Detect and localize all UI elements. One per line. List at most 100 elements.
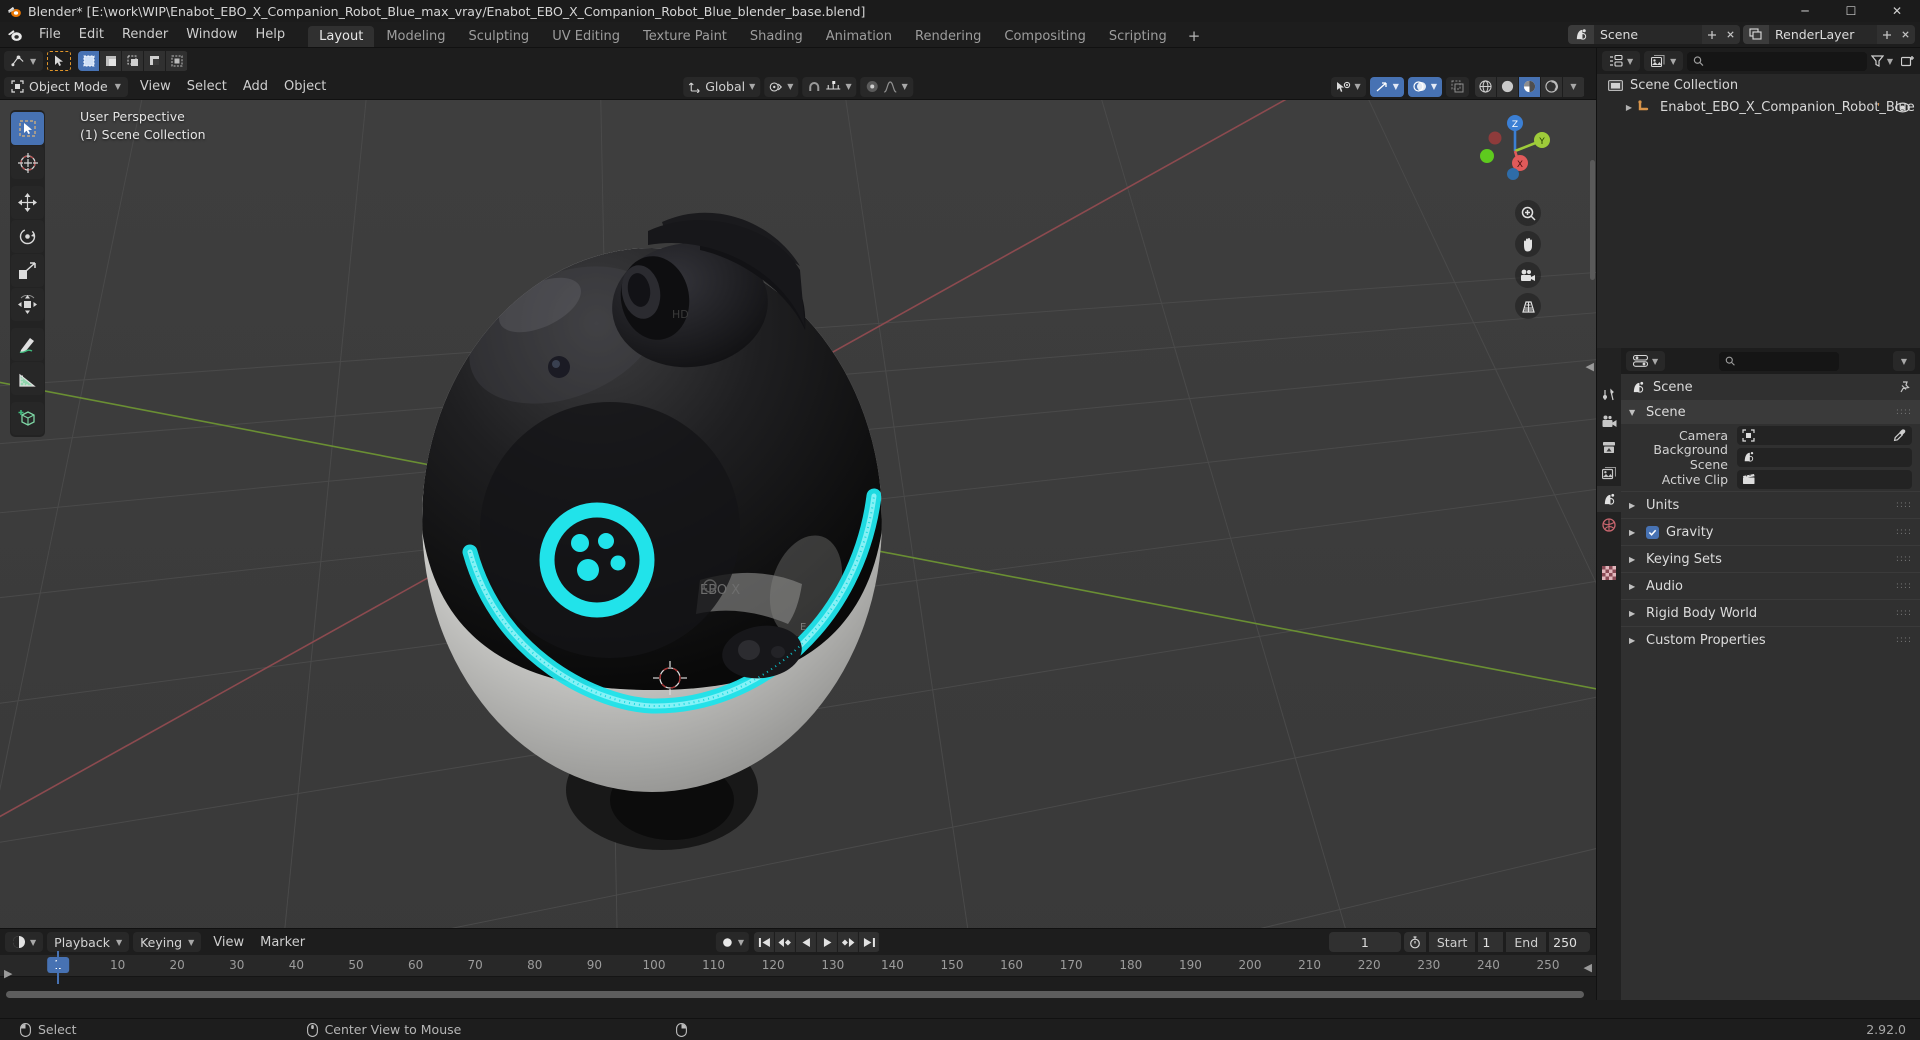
timeline-menu-view[interactable]: View	[205, 932, 252, 952]
outliner-filter-field[interactable]	[1709, 54, 1861, 68]
gizmo-toggle[interactable]: ▼	[1369, 76, 1404, 97]
play-button[interactable]	[817, 932, 839, 952]
viewport-menu-object[interactable]: Object	[276, 77, 334, 97]
viewport-collapse-arrow-right[interactable]: ◀	[1586, 360, 1594, 373]
view-layer-icon[interactable]	[1743, 25, 1769, 44]
play-reverse-button[interactable]	[796, 932, 818, 952]
cursor-tool[interactable]	[11, 146, 44, 179]
panel-header-units[interactable]: ▶ Units ::::	[1621, 493, 1920, 517]
minimize-button[interactable]: ─	[1782, 0, 1828, 22]
add-cube-tool[interactable]	[11, 402, 44, 435]
tab-compositing[interactable]: Compositing	[993, 26, 1097, 47]
outliner-row-object[interactable]: ▶ Enabot_EBO_X_Companion_Robot_Blue '	[1597, 96, 1920, 118]
timeline-editor-type-selector[interactable]: ▼	[5, 932, 44, 952]
scene-properties-tab[interactable]	[1597, 486, 1621, 512]
transform-orientation-selector[interactable]: Global ▼	[683, 76, 761, 97]
tab-texture-paint[interactable]: Texture Paint	[632, 26, 738, 47]
view-layer-properties-tab[interactable]	[1597, 460, 1621, 486]
previous-keyframe-button[interactable]	[775, 932, 797, 952]
tab-animation[interactable]: Animation	[815, 26, 903, 47]
auto-keying-toggle[interactable]: ▼	[715, 932, 750, 952]
panel-header-audio[interactable]: ▶ Audio ::::	[1621, 574, 1920, 598]
pin-icon[interactable]	[1898, 380, 1911, 394]
end-frame-value[interactable]: 250	[1549, 932, 1590, 952]
use-preview-range-icon[interactable]	[1403, 932, 1426, 952]
add-workspace-button[interactable]: +	[1179, 26, 1210, 47]
world-properties-tab[interactable]	[1597, 512, 1621, 538]
outliner-search-input[interactable]	[1687, 51, 1867, 71]
select-set-icon[interactable]	[78, 51, 101, 71]
snap-magnet-toggle[interactable]: ▼	[802, 76, 857, 97]
move-tool[interactable]	[11, 186, 44, 219]
timeline-scrollbar-horizontal[interactable]	[0, 989, 1596, 999]
scene-icon[interactable]	[1568, 25, 1594, 44]
xray-toggle[interactable]	[1446, 76, 1469, 97]
outliner-row-scene-collection[interactable]: Scene Collection	[1597, 74, 1920, 96]
tab-sculpting[interactable]: Sculpting	[457, 26, 540, 47]
camera-view-icon[interactable]	[1515, 262, 1541, 288]
view-layer-selector[interactable]: RenderLayer	[1743, 25, 1915, 44]
panel-header-keying-sets[interactable]: ▶ Keying Sets ::::	[1621, 547, 1920, 571]
tab-scripting[interactable]: Scripting	[1098, 26, 1178, 47]
ortho-persp-icon[interactable]	[1515, 293, 1541, 319]
snap-pivot-selector[interactable]: ▼	[764, 76, 799, 97]
wireframe-shading-icon[interactable]	[1475, 76, 1497, 97]
new-scene-button[interactable]	[1702, 25, 1721, 44]
viewport-scrollbar-vertical[interactable]	[1590, 160, 1595, 280]
object-mode-selector[interactable]: Object Mode ▼	[4, 76, 128, 97]
active-clip-field[interactable]	[1737, 469, 1912, 489]
properties-options-dropdown[interactable]: ▼	[1892, 351, 1915, 371]
outliner-filter-icon[interactable]: ▼	[1870, 55, 1893, 67]
tab-layout[interactable]: Layout	[308, 26, 375, 47]
panel-header-scene[interactable]: ▼ Scene ::::	[1621, 400, 1920, 424]
select-subtract-icon[interactable]	[122, 51, 145, 71]
visibility-eye-icon[interactable]	[1895, 101, 1910, 113]
transform-tool[interactable]	[11, 288, 44, 321]
timeline-ruler[interactable]: 1102030405060708090100110120130140150160…	[0, 955, 1596, 977]
scene-name[interactable]: Scene	[1594, 27, 1702, 42]
annotate-tool[interactable]	[11, 328, 44, 361]
jump-to-start-button[interactable]	[754, 932, 776, 952]
timeline-collapse-arrow[interactable]: ▶	[4, 967, 12, 980]
start-frame-value[interactable]: 1	[1478, 932, 1504, 952]
tweak-select-mode-button[interactable]	[47, 51, 72, 71]
render-properties-tab[interactable]	[1597, 408, 1621, 434]
panel-header-custom-properties[interactable]: ▶ Custom Properties ::::	[1621, 628, 1920, 652]
background-scene-field[interactable]	[1737, 447, 1912, 467]
tab-shading[interactable]: Shading	[739, 26, 814, 47]
visibility-selector[interactable]: ▼	[1330, 76, 1366, 97]
outliner-editor-type-selector[interactable]: ▼	[1602, 51, 1641, 71]
menu-file[interactable]: File	[30, 22, 70, 47]
select-intersect-icon[interactable]	[166, 51, 189, 71]
zoom-icon[interactable]	[1515, 200, 1541, 226]
menu-edit[interactable]: Edit	[70, 22, 113, 47]
outliner-display-mode-selector[interactable]: ▼	[1644, 51, 1684, 71]
remove-view-layer-button[interactable]	[1896, 25, 1915, 44]
output-properties-tab[interactable]	[1597, 434, 1621, 460]
unlink-scene-button[interactable]	[1721, 25, 1740, 44]
panel-header-gravity[interactable]: ▶ Gravity ::::	[1621, 520, 1920, 544]
jump-to-end-button[interactable]	[859, 932, 881, 952]
navigation-gizmo[interactable]: Z Y X	[1476, 112, 1554, 190]
pan-hand-icon[interactable]	[1515, 231, 1541, 257]
menu-help[interactable]: Help	[247, 22, 295, 47]
overlays-toggle[interactable]: ▼	[1407, 76, 1442, 97]
timeline-menu-marker[interactable]: Marker	[252, 932, 313, 952]
close-button[interactable]: ✕	[1874, 0, 1920, 22]
tab-rendering[interactable]: Rendering	[904, 26, 992, 47]
view-layer-name[interactable]: RenderLayer	[1769, 27, 1877, 42]
viewport-menu-select[interactable]: Select	[179, 77, 235, 97]
measure-tool[interactable]	[11, 362, 44, 395]
timeline-expand-arrow[interactable]: ◀	[1584, 961, 1592, 974]
solid-shading-icon[interactable]	[1497, 76, 1519, 97]
shading-dropdown-icon[interactable]: ▼	[1563, 76, 1585, 97]
new-view-layer-button[interactable]	[1877, 25, 1896, 44]
menu-render[interactable]: Render	[113, 22, 177, 47]
material-preview-shading-icon[interactable]	[1519, 76, 1541, 97]
rendered-shading-icon[interactable]	[1541, 76, 1563, 97]
rotate-tool[interactable]	[11, 220, 44, 253]
viewport-menu-add[interactable]: Add	[235, 77, 276, 97]
scene-selector[interactable]: Scene	[1568, 25, 1740, 44]
3d-viewport[interactable]: EBO X E HD User Perspective (1) Scene Co…	[0, 100, 1596, 928]
camera-field[interactable]	[1737, 425, 1912, 445]
